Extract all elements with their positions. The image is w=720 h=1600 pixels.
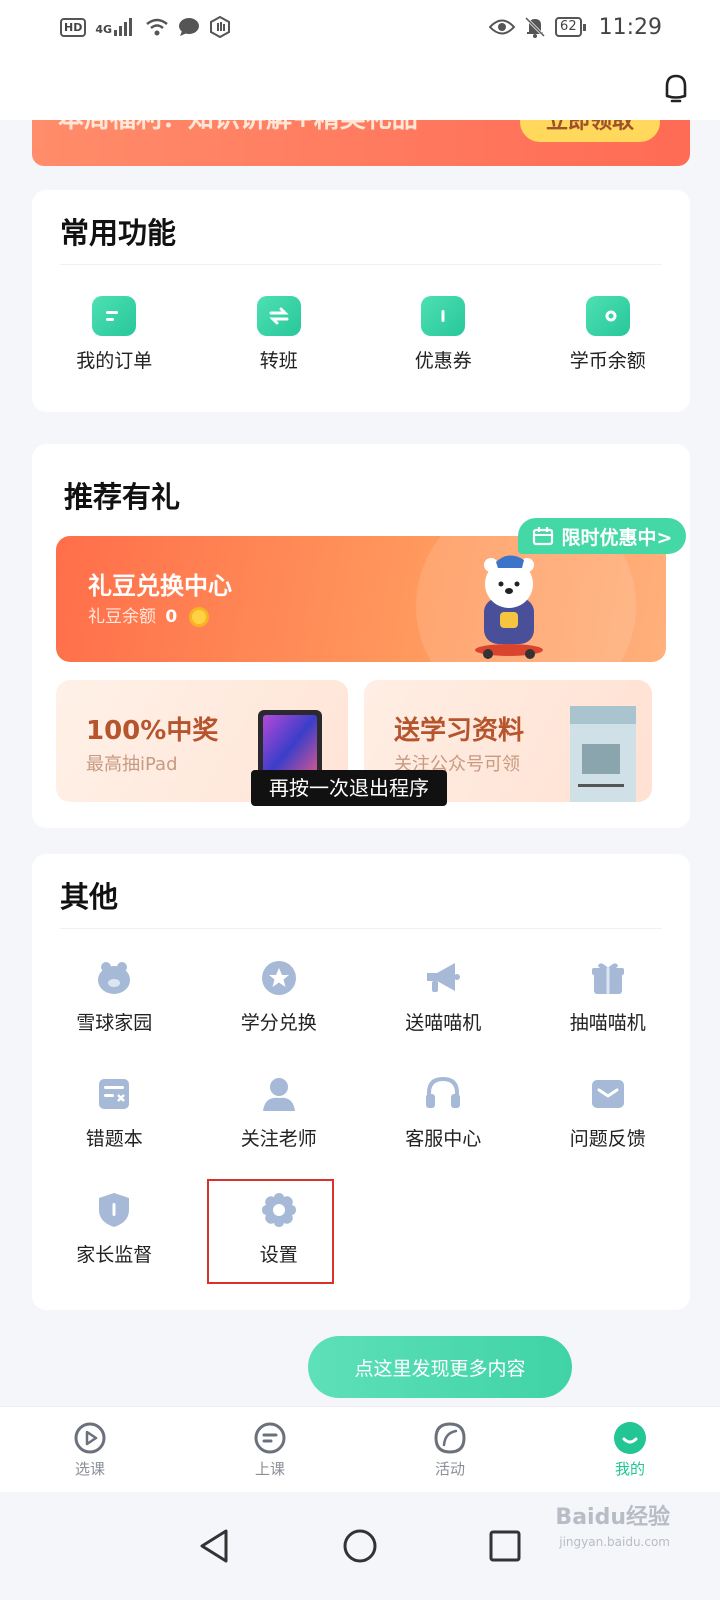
coupon-icon [421,296,466,336]
followed-teachers-button[interactable]: 关注老师 [197,1074,362,1151]
coin-balance-button[interactable]: 学币余额 [526,296,691,373]
my-orders-label: 我的订单 [76,350,153,372]
calendar-icon [532,527,553,546]
transfer-class-icon [256,296,301,336]
notification-bell-icon[interactable] [662,72,690,104]
leaf-icon [434,1422,466,1454]
common-functions-card: 常用功能 我的订单 转班 优惠券 学币余额 [32,190,690,412]
section-title: 常用功能 [60,216,177,250]
mistake-book-label: 错题本 [85,1128,143,1150]
followed-teachers-label: 关注老师 [240,1128,317,1150]
transfer-class-button[interactable]: 转班 [197,296,362,373]
home-icon[interactable] [342,1528,378,1564]
mistake-book-button[interactable]: 错题本 [32,1074,197,1151]
customer-service-button[interactable]: 客服中心 [361,1074,526,1151]
lottery-title: 100%中奖 [86,716,219,746]
class-icon [254,1422,286,1454]
section-title: 推荐有礼 [64,480,181,514]
my-orders-button[interactable]: 我的订单 [32,296,197,373]
notebook-icon [99,1079,130,1109]
tab-label: 活动 [434,1460,465,1478]
gift-bean-balance: 礼豆余额 0 [88,602,209,627]
star-badge-icon [261,961,296,995]
shield-icon [99,1193,130,1227]
settings-button[interactable]: 设置 [197,1190,362,1267]
customer-service-label: 客服中心 [405,1128,482,1150]
study-materials-title: 送学习资料 [394,716,525,746]
mute-bell-icon [524,16,546,38]
person-icon [262,1078,295,1111]
parent-supervision-label: 家长监督 [76,1244,153,1266]
top-bar [0,54,720,120]
feedback-label: 问题反馈 [569,1128,646,1150]
settings-label: 设置 [259,1244,298,1266]
divider [60,264,662,265]
limited-offer-tag[interactable]: 限时优惠中> [518,518,686,554]
wifi-icon [146,18,168,36]
bear-mascot-icon [475,555,543,659]
play-circle-icon [74,1422,106,1454]
section-title: 其他 [60,880,119,914]
megaphone-icon [427,963,461,992]
baidu-watermark: Baidu经验 jingyan.baidu.com [555,1506,670,1554]
battery-indicator: 62 [555,17,586,37]
message-icon [179,18,200,36]
gift-bean-title: 礼豆兑换中心 [88,572,232,600]
send-meow-printer-button[interactable]: 送喵喵机 [361,958,526,1035]
tab-select-course[interactable]: 选课 [0,1407,180,1492]
coupons-label: 优惠券 [414,350,472,372]
gear-icon [261,1193,296,1227]
tab-label: 选课 [74,1460,105,1478]
draw-meow-printer-button[interactable]: 抽喵喵机 [526,958,691,1035]
recents-icon[interactable] [488,1529,522,1563]
exit-toast: 再按一次退出程序 [251,770,447,806]
send-meow-printer-label: 送喵喵机 [405,1012,482,1034]
gift-bean-exchange-banner[interactable]: 礼豆兑换中心 礼豆余额 0 [56,536,666,662]
credit-exchange-button[interactable]: 学分兑换 [197,958,362,1035]
discover-more-button[interactable]: 点这里发现更多内容 [308,1336,572,1398]
tab-attend-class[interactable]: 上课 [180,1407,360,1492]
status-bar: HD 4G 62 11:29 [0,0,720,54]
coupons-button[interactable]: 优惠券 [361,296,526,373]
feedback-button[interactable]: 问题反馈 [526,1074,691,1151]
balance-label: 礼豆余额 [88,607,156,627]
tab-mine[interactable]: 我的 [540,1407,720,1492]
hand-icon [210,16,231,38]
tab-activities[interactable]: 活动 [360,1407,540,1492]
coin-balance-label: 学币余额 [569,350,646,372]
gift-box-icon [591,963,624,994]
hd-badge: HD [60,17,87,37]
lottery-subtitle: 最高抽iPad [86,754,178,775]
back-icon[interactable] [198,1528,232,1564]
watermark-text: Baidu经验 [555,1505,670,1530]
parent-supervision-button[interactable]: 家长监督 [32,1190,197,1267]
others-card: 其他 雪球家园 学分兑换 送喵喵机 抽喵喵机 错题本 关注老师 客服中心 问题反… [32,854,690,1310]
pig-icon [98,962,131,994]
draw-meow-printer-label: 抽喵喵机 [569,1012,646,1034]
headset-icon [426,1076,461,1108]
tab-label: 我的 [614,1460,645,1478]
tab-label: 上课 [254,1460,285,1478]
bottom-tab-bar: 选课 上课 活动 我的 [0,1406,720,1492]
snowball-home-label: 雪球家园 [76,1012,153,1034]
credit-exchange-label: 学分兑换 [240,1012,317,1034]
balance-value: 0 [165,607,178,627]
limited-offer-label: 限时优惠中> [561,526,673,549]
eye-icon [489,19,516,35]
smile-icon [614,1422,646,1454]
transfer-class-label: 转班 [259,350,298,372]
snowball-home-button[interactable]: 雪球家园 [32,958,197,1035]
clock: 11:29 [598,14,662,40]
coin-icon [188,607,209,627]
signal-icon: 4G [95,18,136,36]
watermark-url: jingyan.baidu.com [559,1535,670,1549]
order-icon [92,296,137,336]
wallet-icon [585,296,630,336]
mail-icon [591,1080,624,1108]
divider [60,928,662,929]
book-icon [570,706,636,802]
